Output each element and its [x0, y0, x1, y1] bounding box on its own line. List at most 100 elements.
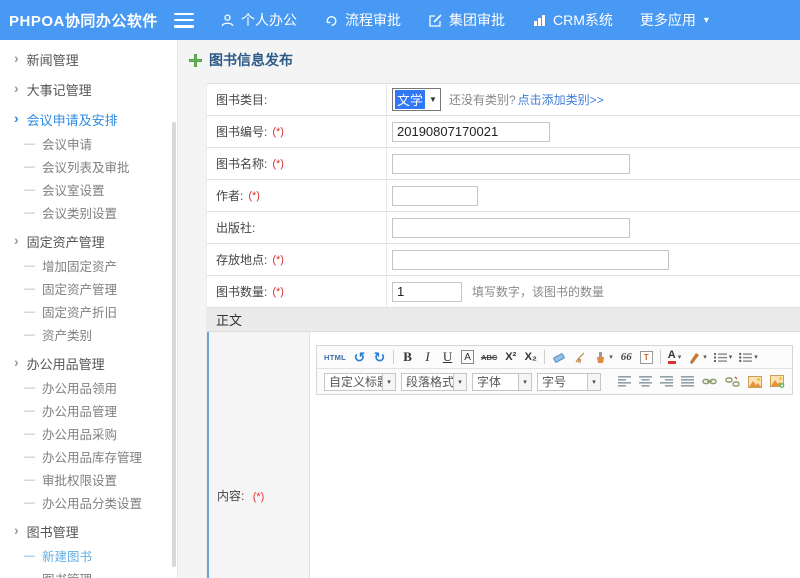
book-number-input[interactable]	[392, 122, 550, 142]
field-label: 图书数量:	[216, 283, 267, 300]
sidebar-item-book-manage[interactable]: — 图书管理	[0, 567, 177, 578]
link-icon[interactable]	[702, 373, 717, 391]
nav-more-apps[interactable]: 更多应用 ▾	[640, 10, 709, 30]
sidebar-item-label: 办公用品分类设置	[42, 493, 142, 512]
sidebar-item-asset-depreciation[interactable]: — 固定资产折旧	[0, 300, 177, 323]
sidebar-item-approval-permission[interactable]: — 审批权限设置	[0, 468, 177, 491]
font-size-select[interactable]: 字号 ▾	[537, 373, 601, 391]
sidebar-item-events-mgmt[interactable]: › 大事记管理	[0, 76, 177, 102]
ordered-list-icon[interactable]: ▾	[714, 348, 733, 366]
sidebar-item-supplies-manage[interactable]: — 办公用品管理	[0, 399, 177, 422]
user-icon	[220, 13, 235, 28]
sidebar-scrollbar[interactable]	[172, 122, 176, 567]
toolbar-separator	[544, 350, 545, 364]
sidebar-item-news-mgmt[interactable]: › 新闻管理	[0, 46, 177, 72]
nav-crm-system[interactable]: CRM系统	[532, 10, 613, 30]
editor-content-area[interactable]	[310, 395, 800, 578]
format-painter-icon[interactable]: ▾	[594, 348, 613, 366]
source-html-icon[interactable]: HTML	[324, 348, 346, 366]
nav-label: 更多应用	[640, 10, 696, 30]
sidebar-item-label: 新闻管理	[27, 50, 79, 69]
superscript-icon[interactable]: X²	[504, 348, 517, 366]
sidebar-item-asset-category[interactable]: — 资产类别	[0, 323, 177, 346]
caret-down-icon: ▾	[704, 15, 709, 26]
sidebar-item-label: 图书管理	[42, 569, 92, 578]
sidebar-item-book-mgmt[interactable]: › 图书管理	[0, 518, 177, 544]
align-justify-icon[interactable]	[681, 373, 694, 391]
nav-personal-office[interactable]: 个人办公	[220, 10, 297, 30]
chevron-right-icon: ›	[14, 110, 19, 126]
nav-group-approval[interactable]: 集团审批	[428, 10, 505, 30]
blockquote-icon[interactable]: 66	[620, 348, 633, 366]
dash-icon: —	[24, 474, 35, 486]
location-input[interactable]	[392, 250, 669, 270]
insert-image-icon[interactable]	[770, 373, 785, 391]
caret-down-icon: ▾	[518, 374, 531, 390]
eraser-icon[interactable]	[552, 348, 566, 366]
image-icon[interactable]	[748, 373, 762, 391]
chevron-right-icon: ›	[14, 354, 19, 370]
sidebar-item-book-new[interactable]: — 新建图书	[0, 544, 177, 567]
form-row-category: 图书类目: 文学 ▼ 还没有类别? 点击添加类别>>	[207, 84, 800, 116]
sidebar-item-supplies-requisition[interactable]: — 办公用品领用	[0, 376, 177, 399]
top-nav: 个人办公 流程审批 集团审批 CRM系统 更多应用 ▾	[220, 10, 736, 30]
sidebar-item-label: 会议室设置	[42, 180, 105, 199]
sidebar-item-label: 办公用品库存管理	[42, 447, 142, 466]
sidebar-item-label: 会议申请及安排	[27, 110, 118, 129]
sidebar-item-label: 办公用品管理	[42, 401, 117, 420]
sidebar-item-supplies-category[interactable]: — 办公用品分类设置	[0, 491, 177, 514]
sidebar-item-meeting-apply[interactable]: — 会议申请	[0, 132, 177, 155]
editor-toolbar-row1: HTML ↺ ↻ B I U A ABC X² X₂	[317, 346, 792, 369]
workflow-icon	[324, 13, 339, 28]
undo-icon[interactable]: ↺	[353, 348, 366, 366]
sidebar-item-meeting-list[interactable]: — 会议列表及审批	[0, 155, 177, 178]
book-name-input[interactable]	[392, 154, 630, 174]
sidebar-item-label: 办公用品领用	[42, 378, 117, 397]
dash-icon: —	[24, 283, 35, 295]
highlight-color-icon[interactable]: ▾	[688, 348, 707, 366]
redo-icon[interactable]: ↻	[373, 348, 386, 366]
clear-format-icon[interactable]	[573, 348, 587, 366]
italic-icon[interactable]: I	[421, 348, 434, 366]
font-family-select[interactable]: 字体 ▾	[472, 373, 532, 391]
category-selected-value: 文学	[395, 90, 425, 109]
caret-down-icon: ▾	[754, 353, 758, 361]
unordered-list-icon[interactable]: ▾	[739, 348, 758, 366]
sidebar-item-supplies-purchase[interactable]: — 办公用品采购	[0, 422, 177, 445]
sidebar-item-meeting-room[interactable]: — 会议室设置	[0, 178, 177, 201]
nav-workflow-approval[interactable]: 流程审批	[324, 10, 401, 30]
add-category-link[interactable]: 点击添加类别>>	[518, 91, 604, 108]
paste-text-icon[interactable]: T	[640, 351, 653, 364]
top-header-bar: PHPOA协同办公软件 个人办公 流程审批 集团审批 CRM系统	[0, 0, 800, 40]
publisher-input[interactable]	[392, 218, 630, 238]
char-border-icon[interactable]: A	[461, 350, 474, 364]
align-left-icon[interactable]	[618, 373, 631, 391]
paragraph-format-select[interactable]: 段落格式 ▾	[401, 373, 467, 391]
bold-icon[interactable]: B	[401, 348, 414, 366]
required-mark: (*)	[272, 286, 284, 298]
custom-title-select[interactable]: 自定义标题 ▾	[324, 373, 396, 391]
author-input[interactable]	[392, 186, 478, 206]
quantity-input[interactable]	[392, 282, 462, 302]
sidebar-item-asset-mgmt[interactable]: › 固定资产管理	[0, 228, 177, 254]
sidebar-item-supplies-inventory[interactable]: — 办公用品库存管理	[0, 445, 177, 468]
font-color-icon[interactable]: A ▾	[668, 348, 681, 366]
sidebar-item-meeting-mgmt[interactable]: › 会议申请及安排	[0, 106, 177, 132]
underline-icon[interactable]: U	[441, 348, 454, 366]
category-select[interactable]: 文学 ▼	[392, 88, 441, 111]
dash-icon: —	[24, 184, 35, 196]
unlink-icon[interactable]	[725, 373, 740, 391]
strikethrough-icon[interactable]: ABC	[481, 348, 497, 366]
sidebar-item-meeting-category[interactable]: — 会议类别设置	[0, 201, 177, 224]
hamburger-menu-icon[interactable]	[174, 13, 194, 28]
sidebar-item-asset-add[interactable]: — 增加固定资产	[0, 254, 177, 277]
sidebar-item-label: 新建图书	[42, 546, 92, 565]
sidebar-item-asset-manage[interactable]: — 固定资产管理	[0, 277, 177, 300]
chevron-right-icon: ›	[14, 50, 19, 66]
sidebar-item-supplies-mgmt[interactable]: › 办公用品管理	[0, 350, 177, 376]
subscript-icon[interactable]: X₂	[524, 348, 537, 366]
editor-toolbar: HTML ↺ ↻ B I U A ABC X² X₂	[316, 345, 793, 395]
align-center-icon[interactable]	[639, 373, 652, 391]
align-right-icon[interactable]	[660, 373, 673, 391]
form-row-location: 存放地点: (*)	[207, 244, 800, 276]
